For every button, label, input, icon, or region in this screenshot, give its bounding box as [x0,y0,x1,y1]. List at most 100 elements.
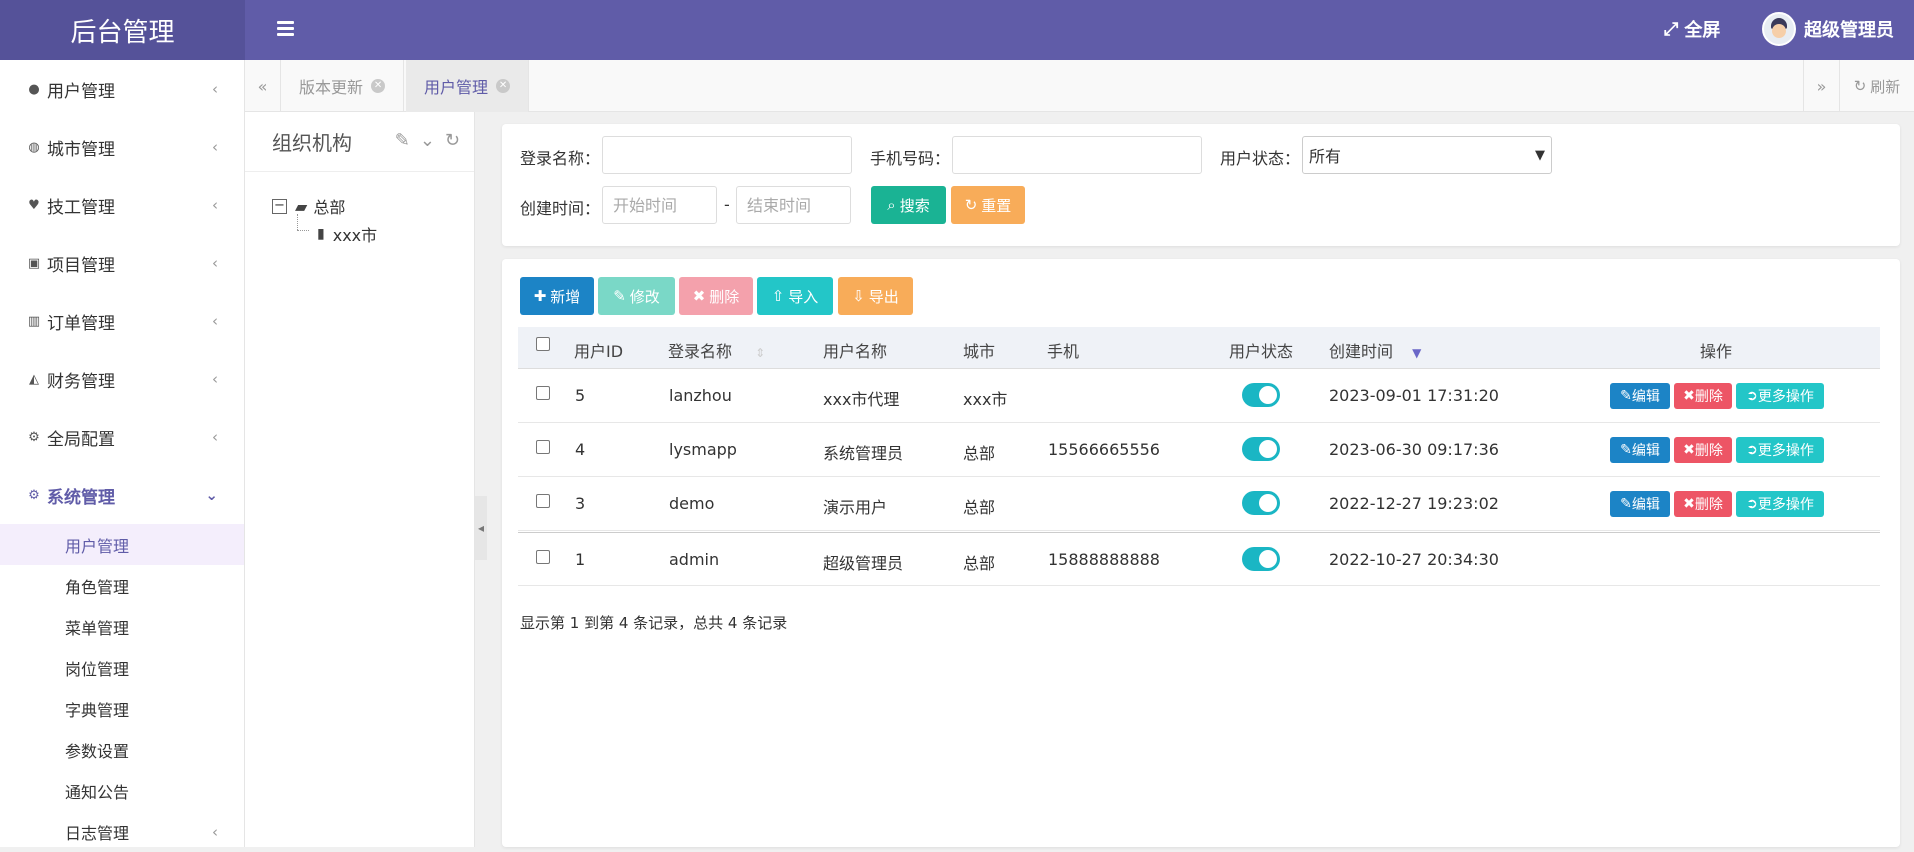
table-header: 用户ID 登录名称 ⇕ 用户名称 城市 手机 用户状态 创建时间 ▼ 操作 [518,327,1880,369]
tab-version-update[interactable]: 版本更新 ✕ [281,60,405,112]
row-edit-button[interactable]: ✎ 编辑 [1610,437,1670,463]
status-toggle[interactable] [1242,547,1280,571]
row-delete-label: 删除 [1694,443,1723,459]
sidebar-item-project[interactable]: ▣ 项目管理 ‹ [0,234,244,292]
column-header-login[interactable]: 登录名称 ⇕ [668,338,765,362]
sidebar-subitem-log[interactable]: 日志管理 ‹ [0,811,244,852]
phone-input[interactable] [952,136,1202,174]
sidebar-item-user[interactable]: ● 用户管理 ‹ [0,60,244,118]
collapse-icon[interactable]: − [272,198,287,214]
status-toggle[interactable] [1242,491,1280,515]
add-button-label: 新增 [550,287,581,306]
fullscreen-label: 全屏 [1684,20,1721,41]
row-more-button[interactable]: ➲ 更多操作 [1736,383,1824,409]
cell-city: 总部 [963,554,996,573]
column-header-phone[interactable]: 手机 [1047,338,1079,362]
sidebar-subitem-user[interactable]: 用户管理 [0,524,244,565]
sidebar-subitem-role[interactable]: 角色管理 [0,565,244,606]
login-name-input[interactable] [602,136,852,174]
cell-name: 超级管理员 [823,554,904,573]
delete-button[interactable]: ✖ 删除 [679,277,753,315]
edit-icon: ✎ [1620,388,1632,404]
org-tree-panel: 组织机构 ✎ ⌄ ↻ − ▰ 总部 ▮ xxx市 [245,112,475,847]
sidebar-item-global-config[interactable]: ⚙ 全局配置 ‹ [0,408,244,466]
sidebar-subitem-menu[interactable]: 菜单管理 [0,606,244,647]
chevron-down-icon: ▼ [1535,147,1545,163]
refresh-tab-button[interactable]: ↻ 刷新 [1839,60,1914,112]
row-more-button[interactable]: ➲ 更多操作 [1736,491,1824,517]
tree-node-root[interactable]: − ▰ 总部 [272,194,345,218]
sidebar-item-city[interactable]: ◍ 城市管理 ‹ [0,118,244,176]
reset-button-label: 重置 [981,196,1012,215]
tab-scroll-left-icon[interactable]: « [245,60,281,112]
user-menu[interactable]: 超级管理员 [1762,12,1894,46]
sidebar-subitem-notice[interactable]: 通知公告 [0,770,244,811]
row-checkbox[interactable] [536,440,550,454]
tab-user-management[interactable]: 用户管理 ✕ [406,60,530,112]
row-edit-button[interactable]: ✎ 编辑 [1610,491,1670,517]
row-more-button[interactable]: ➲ 更多操作 [1736,437,1824,463]
avatar [1762,12,1796,46]
sidebar-subitem-config[interactable]: 参数设置 [0,729,244,770]
column-header-status[interactable]: 用户状态 [1229,338,1293,362]
add-button[interactable]: ✚ 新增 [520,277,594,315]
row-delete-button[interactable]: ✖ 删除 [1674,437,1732,463]
folder-open-icon: ▰ [295,196,308,216]
collapse-tree-handle[interactable]: ◂ [475,496,487,560]
menu-toggle-icon[interactable] [272,18,300,42]
status-select[interactable]: 所有 ▼ [1302,136,1552,174]
sidebar-subitem-post[interactable]: 岗位管理 [0,647,244,688]
bar-chart-icon: ▥ [27,313,41,329]
sidebar-item-label: 全局配置 [47,429,115,450]
chevron-circle-icon: ➲ [1746,496,1758,512]
tree-node-child[interactable]: ▮ xxx市 [317,222,377,246]
edit-button[interactable]: ✎ 修改 [598,277,675,315]
reset-button[interactable]: ↻ 重置 [951,186,1025,224]
row-delete-button[interactable]: ✖ 删除 [1674,491,1732,517]
sidebar-item-order[interactable]: ▥ 订单管理 ‹ [0,292,244,350]
table-row[interactable]: 5 lanzhou xxx市代理 xxx市 2023-09-01 17:31:2… [518,369,1880,423]
chevron-left-icon: ‹ [212,312,218,330]
close-icon[interactable]: ✕ [496,79,511,93]
column-header-name[interactable]: 用户名称 [823,338,887,362]
end-time-input[interactable] [736,186,851,224]
row-edit-label: 编辑 [1631,389,1660,405]
edit-icon[interactable]: ✎ [395,130,410,151]
row-edit-button[interactable]: ✎ 编辑 [1610,383,1670,409]
chevron-left-icon: ‹ [212,138,218,156]
status-toggle[interactable] [1242,437,1280,461]
export-button[interactable]: ⇩ 导出 [838,277,913,315]
tab-label: 版本更新 [299,78,364,97]
row-delete-button[interactable]: ✖ 删除 [1674,383,1732,409]
column-header-created[interactable]: 创建时间 ▼ [1329,338,1421,362]
column-header-city[interactable]: 城市 [963,338,995,362]
search-button[interactable]: ⌕ 搜索 [871,186,946,224]
column-header-id[interactable]: 用户ID [574,338,623,362]
table-row[interactable]: 1 admin 超级管理员 总部 15888888888 2022-10-27 … [518,532,1880,586]
status-toggle[interactable] [1242,383,1280,407]
sidebar-item-finance[interactable]: ◭ 财务管理 ‹ [0,350,244,408]
globe-icon: ◍ [28,139,40,155]
start-time-input[interactable] [602,186,717,224]
sidebar-subitem-dict[interactable]: 字典管理 [0,688,244,729]
table-row[interactable]: 4 lysmapp 系统管理员 总部 15566665556 2023-06-3… [518,423,1880,477]
user-name: 超级管理员 [1804,20,1894,41]
row-checkbox[interactable] [536,386,550,400]
fullscreen-button[interactable]: ⤢ 全屏 [1664,16,1720,42]
column-header-actions: 操作 [1700,342,1733,361]
row-checkbox[interactable] [536,550,550,564]
import-button[interactable]: ⇧ 导入 [757,277,833,315]
select-all-checkbox[interactable] [536,337,550,351]
refresh-icon[interactable]: ↻ [445,130,460,151]
sidebar-item-system[interactable]: ⚙ 系统管理 ⌄ [0,466,244,524]
sidebar-item-worker[interactable]: ♥ 技工管理 ‹ [0,176,244,234]
tab-scroll-right-icon[interactable]: » [1803,60,1839,112]
heart-icon: ♥ [28,197,40,213]
column-header-label: 创建时间 [1329,342,1394,361]
close-icon: ✖ [1683,496,1695,512]
chevron-down-icon[interactable]: ⌄ [420,130,435,151]
row-checkbox[interactable] [536,494,550,508]
table-row[interactable]: 3 demo 演示用户 总部 2022-12-27 19:23:02 ✎ 编辑 ✖… [518,477,1880,531]
close-icon[interactable]: ✕ [371,79,386,93]
edit-button-label: 修改 [629,287,660,306]
